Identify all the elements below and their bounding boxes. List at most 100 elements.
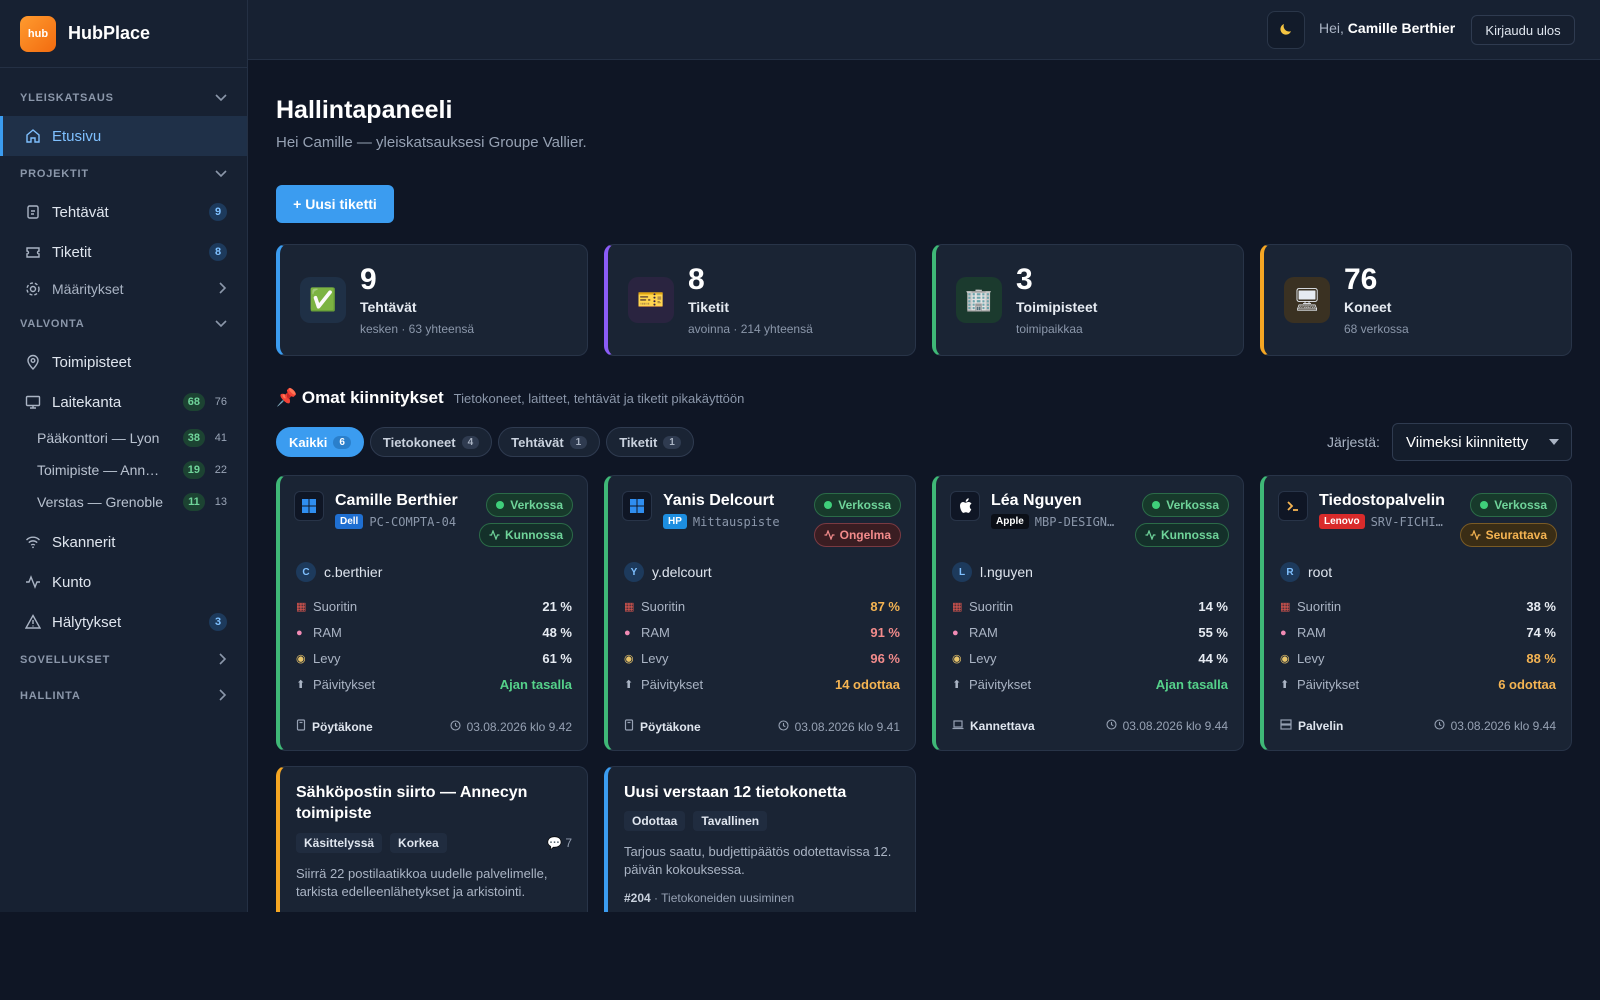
priority-tag: Tavallinen <box>693 811 768 831</box>
cpu-icon: ▦ <box>624 601 635 613</box>
metric-label: Suoritin <box>969 599 1014 614</box>
machine-subtitle: Dell PC-COMPTA-04 <box>335 514 456 529</box>
filter-tickets[interactable]: Tiketit 1 <box>606 427 694 457</box>
metric-value: 48 % <box>542 625 572 640</box>
tickets-count-badge: 8 <box>209 243 227 261</box>
task-card[interactable]: Sähköpostin siirto — Annecyn toimipiste K… <box>276 766 588 912</box>
terminal-icon <box>1278 491 1308 521</box>
theme-toggle-button[interactable] <box>1267 11 1305 49</box>
metric-value: 14 % <box>1198 599 1228 614</box>
brand-tag: HP <box>663 514 687 529</box>
card-description: Tarjous saatu, budjettipäätös odotettavi… <box>624 844 892 878</box>
last-seen-date: 03.08.2026 klo 9.42 <box>466 719 572 734</box>
brain-icon: ● <box>296 626 303 639</box>
caret-down-icon <box>1549 439 1559 445</box>
user-login: l.nguyen <box>980 564 1033 580</box>
metric-updates: ⬆ Päivitykset Ajan tasalla <box>296 677 572 692</box>
user-login: y.delcourt <box>652 564 712 580</box>
sidebar-item-label: Kunto <box>52 573 92 591</box>
sort-select[interactable]: Viimeksi kiinnitetty <box>1392 423 1572 461</box>
stat-value: 8 <box>688 263 705 296</box>
user-avatar: Y <box>624 562 644 582</box>
sidebar-item-label: Tiketit <box>52 243 92 261</box>
metric-cpu: ▦ Suoritin 38 % <box>1280 599 1556 614</box>
section-overview[interactable]: YLEISKATSAUS <box>0 80 247 116</box>
health-text: Kunnossa <box>504 528 563 542</box>
comment-icon: 💬 <box>547 836 562 850</box>
stat-icon: 🖥 <box>1284 277 1330 323</box>
sidebar-item-alerts[interactable]: Hälytykset 3 <box>0 602 247 642</box>
stat-card[interactable]: 🏢 3 Toimipisteet toimipaikkaa <box>932 244 1244 356</box>
metric-updates: ⬆ Päivitykset 14 odottaa <box>624 677 900 692</box>
section-admin[interactable]: HALLINTA <box>0 678 247 714</box>
ticket-ref-text: · Tietokoneiden uusiminen <box>650 891 795 905</box>
machine-card[interactable]: Tiedostopalvelin Lenovo SRV-FICHI… Verkossa… <box>1260 475 1572 751</box>
chevron-right-icon <box>219 281 227 297</box>
stat-card[interactable]: ✅ 9 Tehtävät kesken · 63 yhteensä <box>276 244 588 356</box>
metric-updates: ⬆ Päivitykset 6 odottaa <box>1280 677 1556 692</box>
ticket-card[interactable]: Uusi verstaan 12 tietokonetta Odottaa Tava… <box>604 766 916 912</box>
online-dot-icon <box>496 501 505 509</box>
sidebar-subitem-site[interactable]: Pääkonttori — Lyon 38 41 <box>0 422 247 454</box>
metric-cpu: ▦ Suoritin 21 % <box>296 599 572 614</box>
section-apps-label: SOVELLUKSET <box>20 654 111 666</box>
logout-button[interactable]: Kirjaudu ulos <box>1471 15 1575 45</box>
main-content: Hallintapaneeli Hei Camille — yleiskatsa… <box>276 60 1572 912</box>
user-login: root <box>1308 564 1333 580</box>
machine-footer: Pöytäkone 03.08.2026 klo 9.41 <box>624 719 900 734</box>
chevron-down-icon <box>215 91 227 105</box>
sidebar-item-health[interactable]: Kunto <box>0 562 247 602</box>
section-monitoring[interactable]: VALVONTA <box>0 306 247 342</box>
inventory-total-count: 76 <box>214 396 227 408</box>
section-projects[interactable]: PROJEKTIT <box>0 156 247 192</box>
brand[interactable]: hub HubPlace <box>0 0 247 68</box>
machine-card[interactable]: Yanis Delcourt HP Mittauspiste Verkossa Onge… <box>604 475 916 751</box>
machine-card[interactable]: Léa Nguyen Apple MBP-DESIGN… Verkossa Kunnos… <box>932 475 1244 751</box>
stat-card[interactable]: 🎫 8 Tiketit avoinna · 214 yhteensä <box>604 244 916 356</box>
section-overview-label: YLEISKATSAUS <box>20 92 114 104</box>
status-tag: Käsittelyssä <box>296 833 383 853</box>
arrow-up-icon: ⬆ <box>952 679 962 691</box>
metric-cpu: ▦ Suoritin 87 % <box>624 599 900 614</box>
machine-card[interactable]: Camille Berthier Dell PC-COMPTA-04 Verkossa… <box>276 475 588 751</box>
metric-ram: ● RAM 91 % <box>624 625 900 640</box>
windows-icon <box>622 491 652 521</box>
filter-all[interactable]: Kaikki 6 <box>276 427 364 457</box>
ticket-reference[interactable]: #204 · Tietokoneiden uusiminen <box>624 891 794 905</box>
sidebar-item-sites[interactable]: Toimipisteet <box>0 342 247 382</box>
health-badge: Seurattava <box>1459 523 1557 547</box>
clock-icon <box>1434 719 1445 733</box>
stat-card[interactable]: 🖥 76 Koneet 68 verkossa <box>1260 244 1572 356</box>
machine-footer: Palvelin 03.08.2026 klo 9.44 <box>1280 719 1556 733</box>
sidebar-item-scanners[interactable]: Skannerit <box>0 522 247 562</box>
metric-ram: ● RAM 55 % <box>952 625 1228 640</box>
machine-name: Tiedostopalvelin <box>1319 492 1445 509</box>
last-seen: 03.08.2026 klo 9.42 <box>450 720 572 734</box>
sidebar-item-settings[interactable]: Määritykset <box>0 272 247 306</box>
status-badge-online: Verkossa <box>1470 493 1557 517</box>
filter-label: Tiketit <box>619 434 658 450</box>
section-apps[interactable]: SOVELLUKSET <box>0 642 247 678</box>
section-projects-label: PROJEKTIT <box>20 168 89 180</box>
apple-icon <box>950 491 980 521</box>
metric-label: RAM <box>641 625 670 640</box>
metric-disk: ◉ Levy 44 % <box>952 651 1228 666</box>
sidebar-subitem-site[interactable]: Verstas — Grenoble 11 13 <box>0 486 247 518</box>
sidebar-item-tasks[interactable]: Tehtävät 9 <box>0 192 247 232</box>
sidebar-item-home[interactable]: Etusivu <box>0 116 247 156</box>
new-ticket-button[interactable]: + Uusi tiketti <box>276 185 394 223</box>
user-avatar: C <box>296 562 316 582</box>
sidebar-item-label: Määritykset <box>52 281 124 297</box>
sidebar-item-inventory[interactable]: Laitekanta 68 76 <box>0 382 247 422</box>
machine-type-label: Kannettava <box>970 719 1035 733</box>
metric-value: 74 % <box>1526 625 1556 640</box>
topbar: Hei, Camille Berthier Kirjaudu ulos <box>248 0 1600 60</box>
filter-tasks[interactable]: Tehtävät 1 <box>498 427 601 457</box>
brand-logo: hub <box>20 15 56 52</box>
sidebar-subitem-site[interactable]: Toimipiste — Ann… 19 22 <box>0 454 247 486</box>
sidebar-item-tickets[interactable]: Tiketit 8 <box>0 232 247 272</box>
metric-updates: ⬆ Päivitykset Ajan tasalla <box>952 677 1228 692</box>
cpu-icon: ▦ <box>952 601 963 613</box>
filter-computers[interactable]: Tietokoneet 4 <box>369 427 493 457</box>
subitem-label: Verstas — Grenoble <box>37 494 164 510</box>
